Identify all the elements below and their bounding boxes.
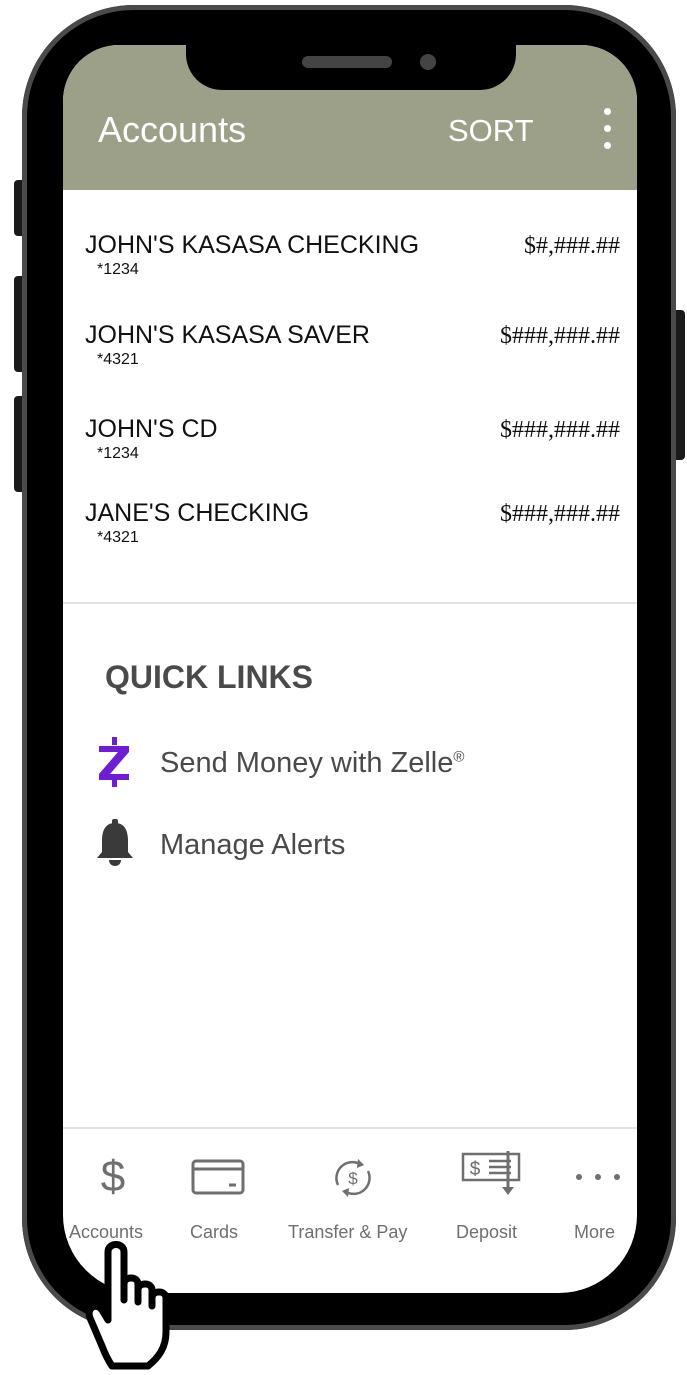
account-number: *4321 [97, 351, 139, 368]
kebab-menu-icon[interactable] [604, 108, 612, 150]
sort-button[interactable]: SORT [448, 113, 534, 149]
zelle-link-label: Send Money with Zelle® [160, 747, 465, 779]
account-number: *4321 [97, 529, 139, 546]
tab-label: Transfer & Pay [288, 1222, 408, 1242]
account-number: *1234 [97, 445, 139, 462]
tab-transfer-pay[interactable]: $ Transfer & Pay [285, 1129, 425, 1242]
tab-deposit[interactable]: $ Deposit [451, 1129, 531, 1242]
zelle-link[interactable]: Send Money with Zelle® [93, 737, 613, 787]
account-balance: $###,###.## [500, 323, 620, 349]
account-balance: $#,###.## [524, 233, 620, 259]
svg-text:$: $ [348, 1169, 358, 1188]
tab-label: More [574, 1222, 616, 1242]
account-balance: $###,###.## [500, 501, 620, 527]
pointing-hand-icon [78, 1238, 188, 1370]
svg-text:$: $ [101, 1152, 125, 1197]
tab-label: Cards [190, 1222, 239, 1242]
tab-accounts[interactable]: $ Accounts [63, 1129, 163, 1242]
camera-icon [420, 54, 436, 70]
account-name: JOHN'S KASASA SAVER [85, 321, 370, 349]
bell-icon [93, 819, 137, 869]
tab-label: Deposit [456, 1222, 518, 1242]
section-divider [63, 602, 637, 604]
dollar-icon: $ [93, 1151, 133, 1201]
app-screen: Accounts SORT JOHN'S KASASA CHECKING *12… [63, 45, 637, 1293]
page-title: Accounts [98, 109, 247, 150]
phone-notch [186, 38, 516, 90]
transfer-icon: $ [330, 1155, 376, 1201]
card-icon [191, 1159, 247, 1195]
account-balance: $###,###.## [500, 417, 620, 443]
account-name: JOHN'S KASASA CHECKING [85, 231, 420, 259]
account-name: JOHN'S CD [85, 415, 218, 443]
manage-alerts-label: Manage Alerts [160, 829, 346, 861]
svg-text:$: $ [470, 1159, 481, 1180]
tab-more[interactable]: More [568, 1129, 628, 1242]
more-icon [573, 1169, 623, 1180]
manage-alerts-link[interactable]: Manage Alerts [93, 819, 613, 869]
check-deposit-icon: $ [461, 1151, 525, 1201]
registered-mark: ® [453, 748, 465, 766]
account-number: *1234 [97, 261, 139, 278]
account-name: JANE'S CHECKING [85, 499, 310, 527]
zelle-icon [93, 737, 137, 787]
quick-links-title: QUICK LINKS [105, 659, 313, 695]
tab-cards[interactable]: Cards [183, 1129, 255, 1242]
speaker-icon [302, 56, 392, 68]
